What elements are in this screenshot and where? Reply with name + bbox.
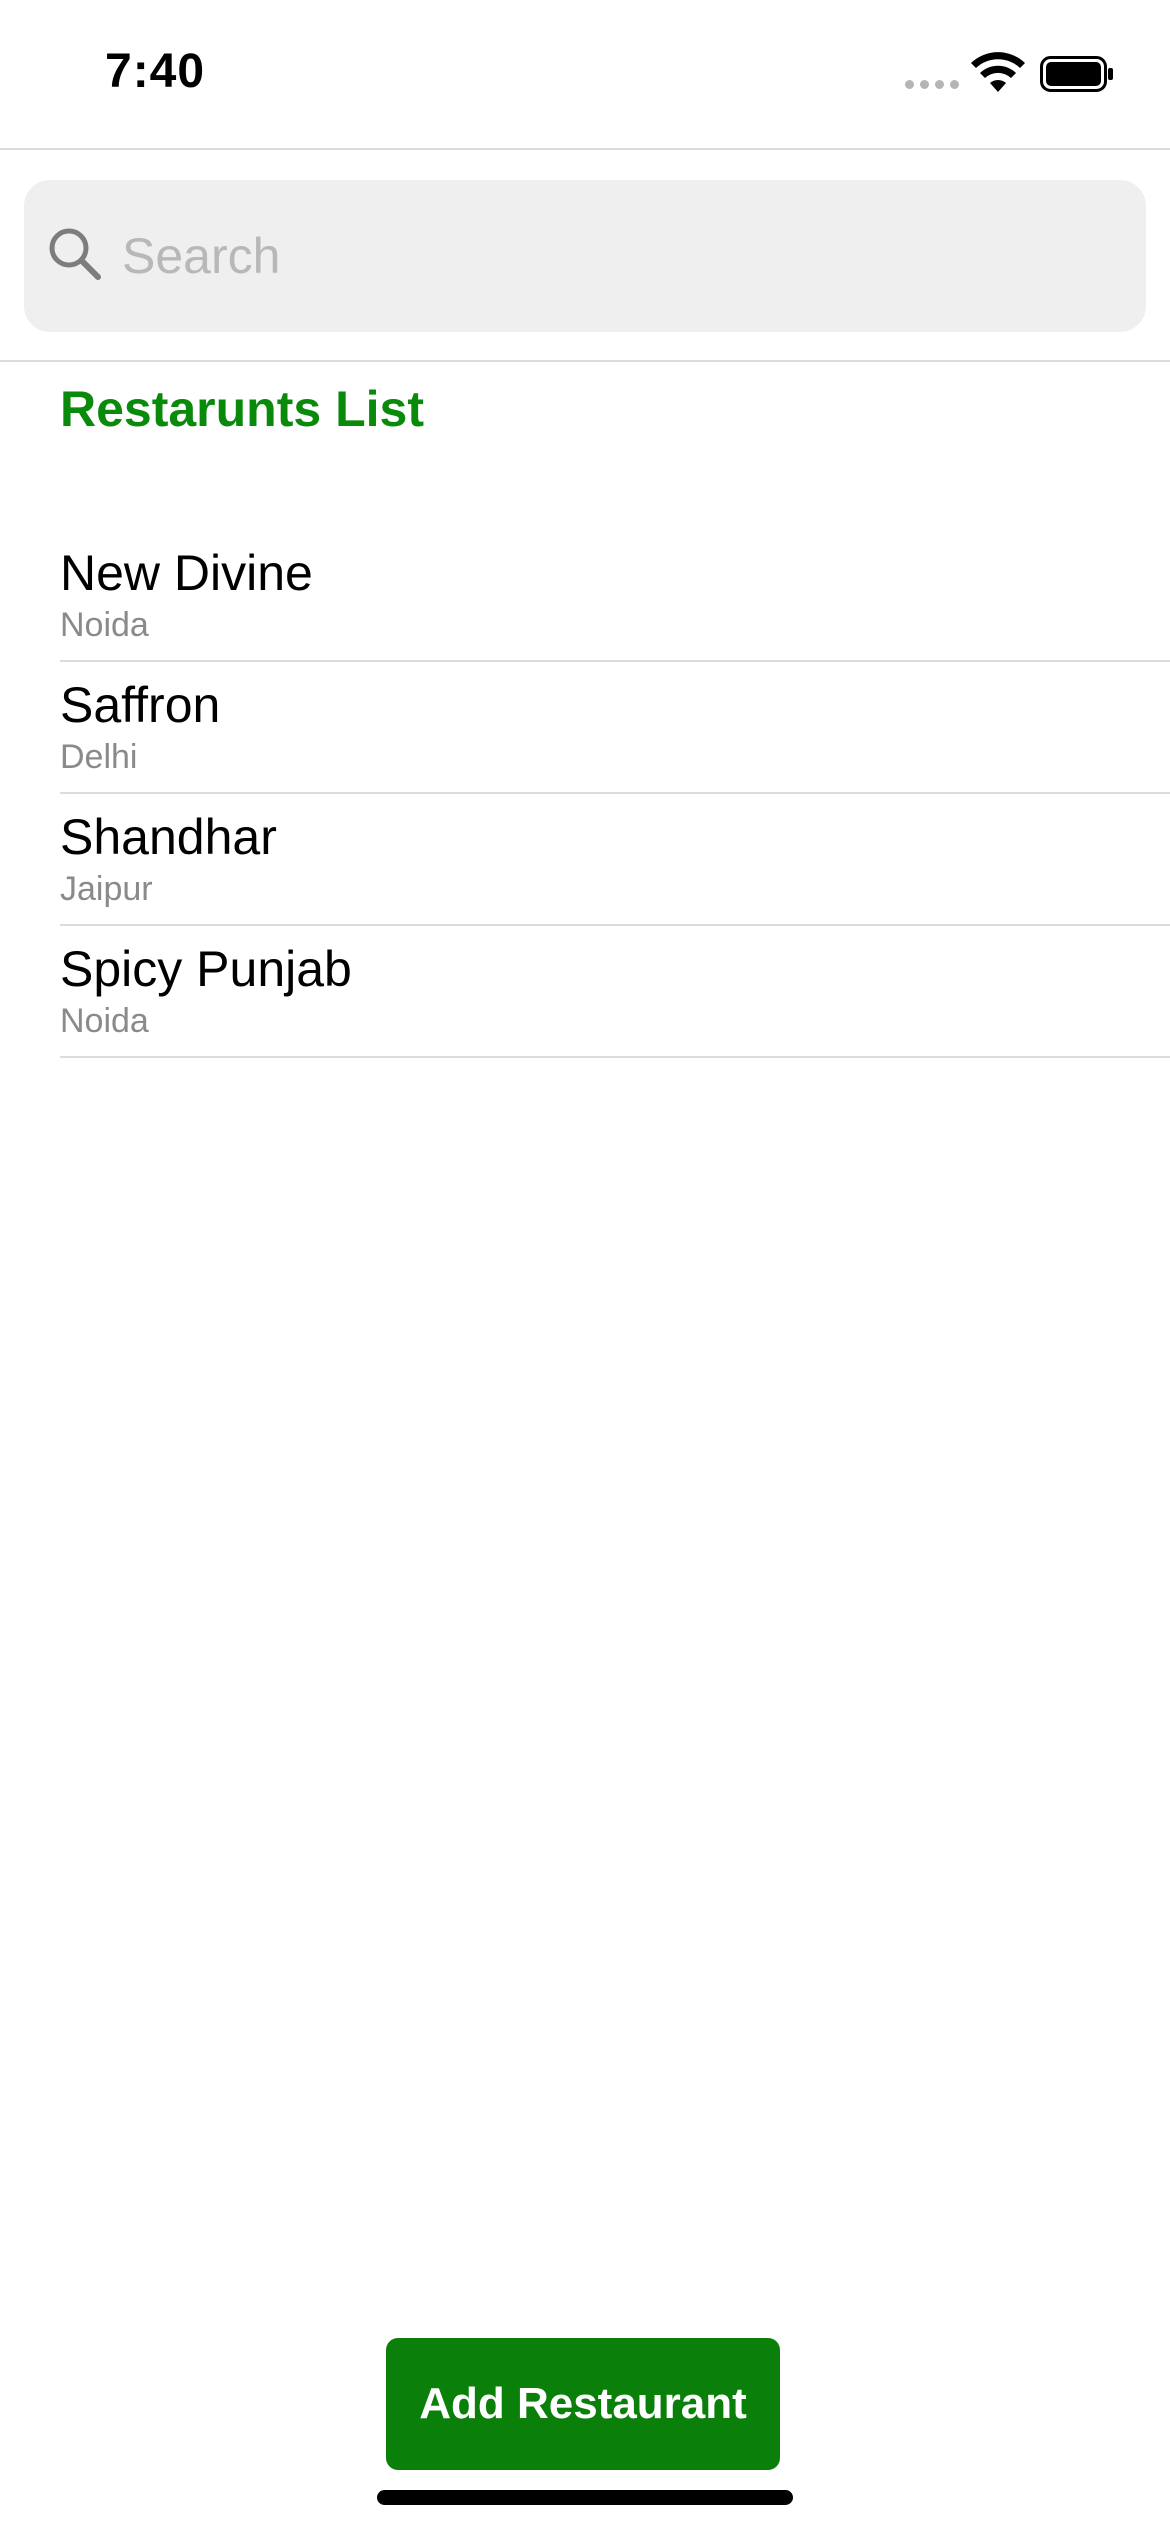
restaurant-name: Spicy Punjab	[60, 941, 352, 997]
restaurant-list-item[interactable]: Shandhar Jaipur	[60, 794, 1170, 926]
restaurant-city: Noida	[60, 606, 149, 644]
search-bar-container	[0, 150, 1170, 362]
search-input[interactable]	[114, 216, 1130, 296]
battery-icon	[1040, 56, 1113, 92]
restaurant-city: Delhi	[60, 738, 138, 776]
search-icon	[49, 228, 101, 280]
add-restaurant-button[interactable]: Add Restaurant	[386, 2338, 780, 2470]
status-bar: 7:40	[0, 0, 1170, 150]
wifi-icon	[971, 52, 1025, 92]
restaurant-city: Jaipur	[60, 870, 153, 908]
signal-icon	[905, 80, 959, 89]
search-box[interactable]	[24, 180, 1146, 332]
home-indicator	[377, 2490, 793, 2505]
section-title: Restarunts List	[60, 381, 424, 437]
restaurant-list: New Divine Noida Saffron Delhi Shandhar …	[60, 530, 1170, 1058]
restaurant-city: Noida	[60, 1002, 149, 1040]
restaurant-name: New Divine	[60, 545, 313, 601]
restaurant-name: Saffron	[60, 677, 221, 733]
status-time: 7:40	[105, 45, 206, 98]
restaurant-list-item[interactable]: Spicy Punjab Noida	[60, 926, 1170, 1058]
restaurant-name: Shandhar	[60, 809, 277, 865]
restaurant-list-item[interactable]: Saffron Delhi	[60, 662, 1170, 794]
restaurant-list-item[interactable]: New Divine Noida	[60, 530, 1170, 662]
